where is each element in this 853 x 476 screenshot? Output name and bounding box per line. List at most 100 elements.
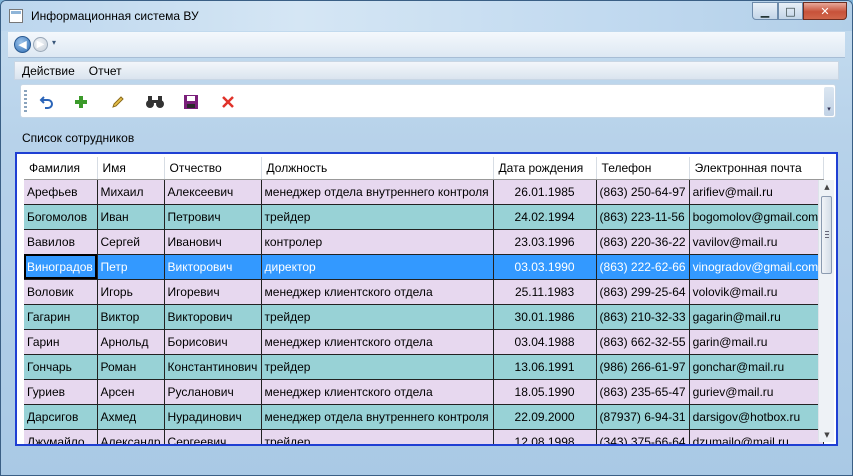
cell-surname[interactable]: Гарин xyxy=(24,329,98,355)
table-row[interactable]: Арефьев Михаил Алексеевич менеджер отдела в… xyxy=(24,179,824,205)
cell-birthdate[interactable]: 26.01.1985 xyxy=(493,179,597,205)
column-header-phone[interactable]: Телефон xyxy=(596,157,690,180)
cell-position[interactable]: директор xyxy=(261,254,494,280)
table-row[interactable]: Гарин Арнольд Борисович менеджер клиентског… xyxy=(24,329,824,355)
cell-surname[interactable]: Арефьев xyxy=(24,179,98,205)
toolbar-grip[interactable] xyxy=(24,90,27,114)
cell-phone[interactable]: (87937) 6-94-31 xyxy=(596,404,690,430)
maximize-button[interactable]: □ xyxy=(778,2,803,20)
table-row[interactable]: Виноградов Петр Викторович директор 03.03.19… xyxy=(24,254,824,280)
cell-name[interactable]: Ахмед xyxy=(97,404,165,430)
cell-patronymic[interactable]: Петрович xyxy=(164,204,262,230)
forward-arrow-icon[interactable]: ▶ xyxy=(33,37,48,52)
column-header-position[interactable]: Должность xyxy=(261,157,494,180)
cell-email[interactable]: vavilov@mail.ru xyxy=(689,229,824,255)
cell-birthdate[interactable]: 03.03.1990 xyxy=(493,254,597,280)
cell-patronymic[interactable]: Сергеевич xyxy=(164,429,262,444)
scrollbar-thumb[interactable] xyxy=(821,196,832,274)
column-header-email[interactable]: Электронная почта xyxy=(689,157,824,180)
cell-position[interactable]: менеджер отдела внутреннего контроля xyxy=(261,404,494,430)
scroll-up-arrow-icon[interactable]: ▲ xyxy=(819,180,835,194)
cell-surname[interactable]: Гончарь xyxy=(24,354,98,380)
cell-position[interactable]: трейдер xyxy=(261,354,494,380)
cell-email[interactable]: arifiev@mail.ru xyxy=(689,179,824,205)
cell-name[interactable]: Александр xyxy=(97,429,165,444)
table-row[interactable]: Гагарин Виктор Викторович трейдер 30.01.1986… xyxy=(24,304,824,330)
cell-phone[interactable]: (863) 662-32-55 xyxy=(596,329,690,355)
cell-name[interactable]: Роман xyxy=(97,354,165,380)
cell-patronymic[interactable]: Игоревич xyxy=(164,279,262,305)
cell-phone[interactable]: (986) 266-61-97 xyxy=(596,354,690,380)
cell-birthdate[interactable]: 24.02.1994 xyxy=(493,204,597,230)
cell-birthdate[interactable]: 03.04.1988 xyxy=(493,329,597,355)
cell-phone[interactable]: (863) 223-11-56 xyxy=(596,204,690,230)
cell-birthdate[interactable]: 23.03.1996 xyxy=(493,229,597,255)
cell-surname[interactable]: Дарсигов xyxy=(24,404,98,430)
cell-email[interactable]: vinogradov@gmail.com xyxy=(689,254,824,280)
cell-surname[interactable]: Джумайло xyxy=(24,429,98,444)
close-button[interactable]: ✕ xyxy=(803,2,847,20)
minimize-button[interactable]: ▁ xyxy=(752,2,778,20)
column-header-surname[interactable]: Фамилия xyxy=(24,157,98,180)
cell-phone[interactable]: (863) 299-25-64 xyxy=(596,279,690,305)
cell-birthdate[interactable]: 25.11.1983 xyxy=(493,279,597,305)
cell-position[interactable]: трейдер xyxy=(261,304,494,330)
history-dropdown-icon[interactable]: ▾ xyxy=(52,38,56,47)
cell-email[interactable]: gonchar@mail.ru xyxy=(689,354,824,380)
delete-button[interactable] xyxy=(218,92,238,112)
add-button[interactable] xyxy=(71,92,91,112)
cell-email[interactable]: bogomolov@gmail.com xyxy=(689,204,824,230)
menu-report[interactable]: Отчет xyxy=(82,64,129,78)
cell-name[interactable]: Игорь xyxy=(97,279,165,305)
cell-surname[interactable]: Вавилов xyxy=(24,229,98,255)
cell-email[interactable]: garin@mail.ru xyxy=(689,329,824,355)
cell-position[interactable]: менеджер клиентского отдела xyxy=(261,279,494,305)
scroll-down-arrow-icon[interactable]: ▼ xyxy=(819,428,835,442)
table-row[interactable]: Вавилов Сергей Иванович контролер 23.03.1996… xyxy=(24,229,824,255)
cell-position[interactable]: менеджер клиентского отдела xyxy=(261,329,494,355)
toolbar-overflow-button[interactable]: ▾ xyxy=(824,87,834,116)
cell-patronymic[interactable]: Иванович xyxy=(164,229,262,255)
cell-email[interactable]: gagarin@mail.ru xyxy=(689,304,824,330)
cell-position[interactable]: трейдер xyxy=(261,204,494,230)
table-row[interactable]: Воловик Игорь Игоревич менеджер клиентского… xyxy=(24,279,824,305)
cell-phone[interactable]: (863) 250-64-97 xyxy=(596,179,690,205)
column-header-patronymic[interactable]: Отчество xyxy=(164,157,262,180)
vertical-scrollbar[interactable]: ▲ ▼ xyxy=(818,180,834,442)
edit-button[interactable] xyxy=(108,92,128,112)
table-row[interactable]: Гончарь Роман Константинович трейдер 13.06.1… xyxy=(24,354,824,380)
table-row[interactable]: Дарсигов Ахмед Нурадинович менеджер отдела … xyxy=(24,404,824,430)
cell-name[interactable]: Сергей xyxy=(97,229,165,255)
cell-birthdate[interactable]: 12.08.1998 xyxy=(493,429,597,444)
cell-name[interactable]: Арнольд xyxy=(97,329,165,355)
menu-action[interactable]: Действие xyxy=(15,64,82,78)
back-arrow-icon[interactable]: ◀ xyxy=(14,36,31,53)
cell-phone[interactable]: (863) 222-62-66 xyxy=(596,254,690,280)
column-header-birthdate[interactable]: Дата рождения xyxy=(493,157,597,180)
cell-phone[interactable]: (863) 210-32-33 xyxy=(596,304,690,330)
cell-birthdate[interactable]: 22.09.2000 xyxy=(493,404,597,430)
undo-button[interactable] xyxy=(37,92,57,112)
table-row[interactable]: Гуриев Арсен Русланович менеджер клиентског… xyxy=(24,379,824,405)
cell-patronymic[interactable]: Викторович xyxy=(164,254,262,280)
cell-name[interactable]: Михаил xyxy=(97,179,165,205)
cell-surname[interactable]: Богомолов xyxy=(24,204,98,230)
cell-name[interactable]: Иван xyxy=(97,204,165,230)
cell-email[interactable]: dzumailo@mail.ru xyxy=(689,429,824,444)
cell-surname[interactable]: Гагарин xyxy=(24,304,98,330)
column-header-name[interactable]: Имя xyxy=(97,157,165,180)
cell-email[interactable]: guriev@mail.ru xyxy=(689,379,824,405)
employee-grid[interactable]: Фамилия Имя Отчество Должность Дата рожд… xyxy=(15,152,838,446)
table-row[interactable]: Богомолов Иван Петрович трейдер 24.02.1994 (8… xyxy=(24,204,824,230)
cell-birthdate[interactable]: 13.06.1991 xyxy=(493,354,597,380)
cell-surname[interactable]: Гуриев xyxy=(24,379,98,405)
cell-patronymic[interactable]: Константинович xyxy=(164,354,262,380)
cell-phone[interactable]: (863) 220-36-22 xyxy=(596,229,690,255)
cell-patronymic[interactable]: Алексеевич xyxy=(164,179,262,205)
cell-email[interactable]: darsigov@hotbox.ru xyxy=(689,404,824,430)
cell-position[interactable]: менеджер отдела внутреннего контроля xyxy=(261,179,494,205)
save-button[interactable] xyxy=(181,92,201,112)
cell-birthdate[interactable]: 30.01.1986 xyxy=(493,304,597,330)
cell-patronymic[interactable]: Нурадинович xyxy=(164,404,262,430)
cell-patronymic[interactable]: Борисович xyxy=(164,329,262,355)
